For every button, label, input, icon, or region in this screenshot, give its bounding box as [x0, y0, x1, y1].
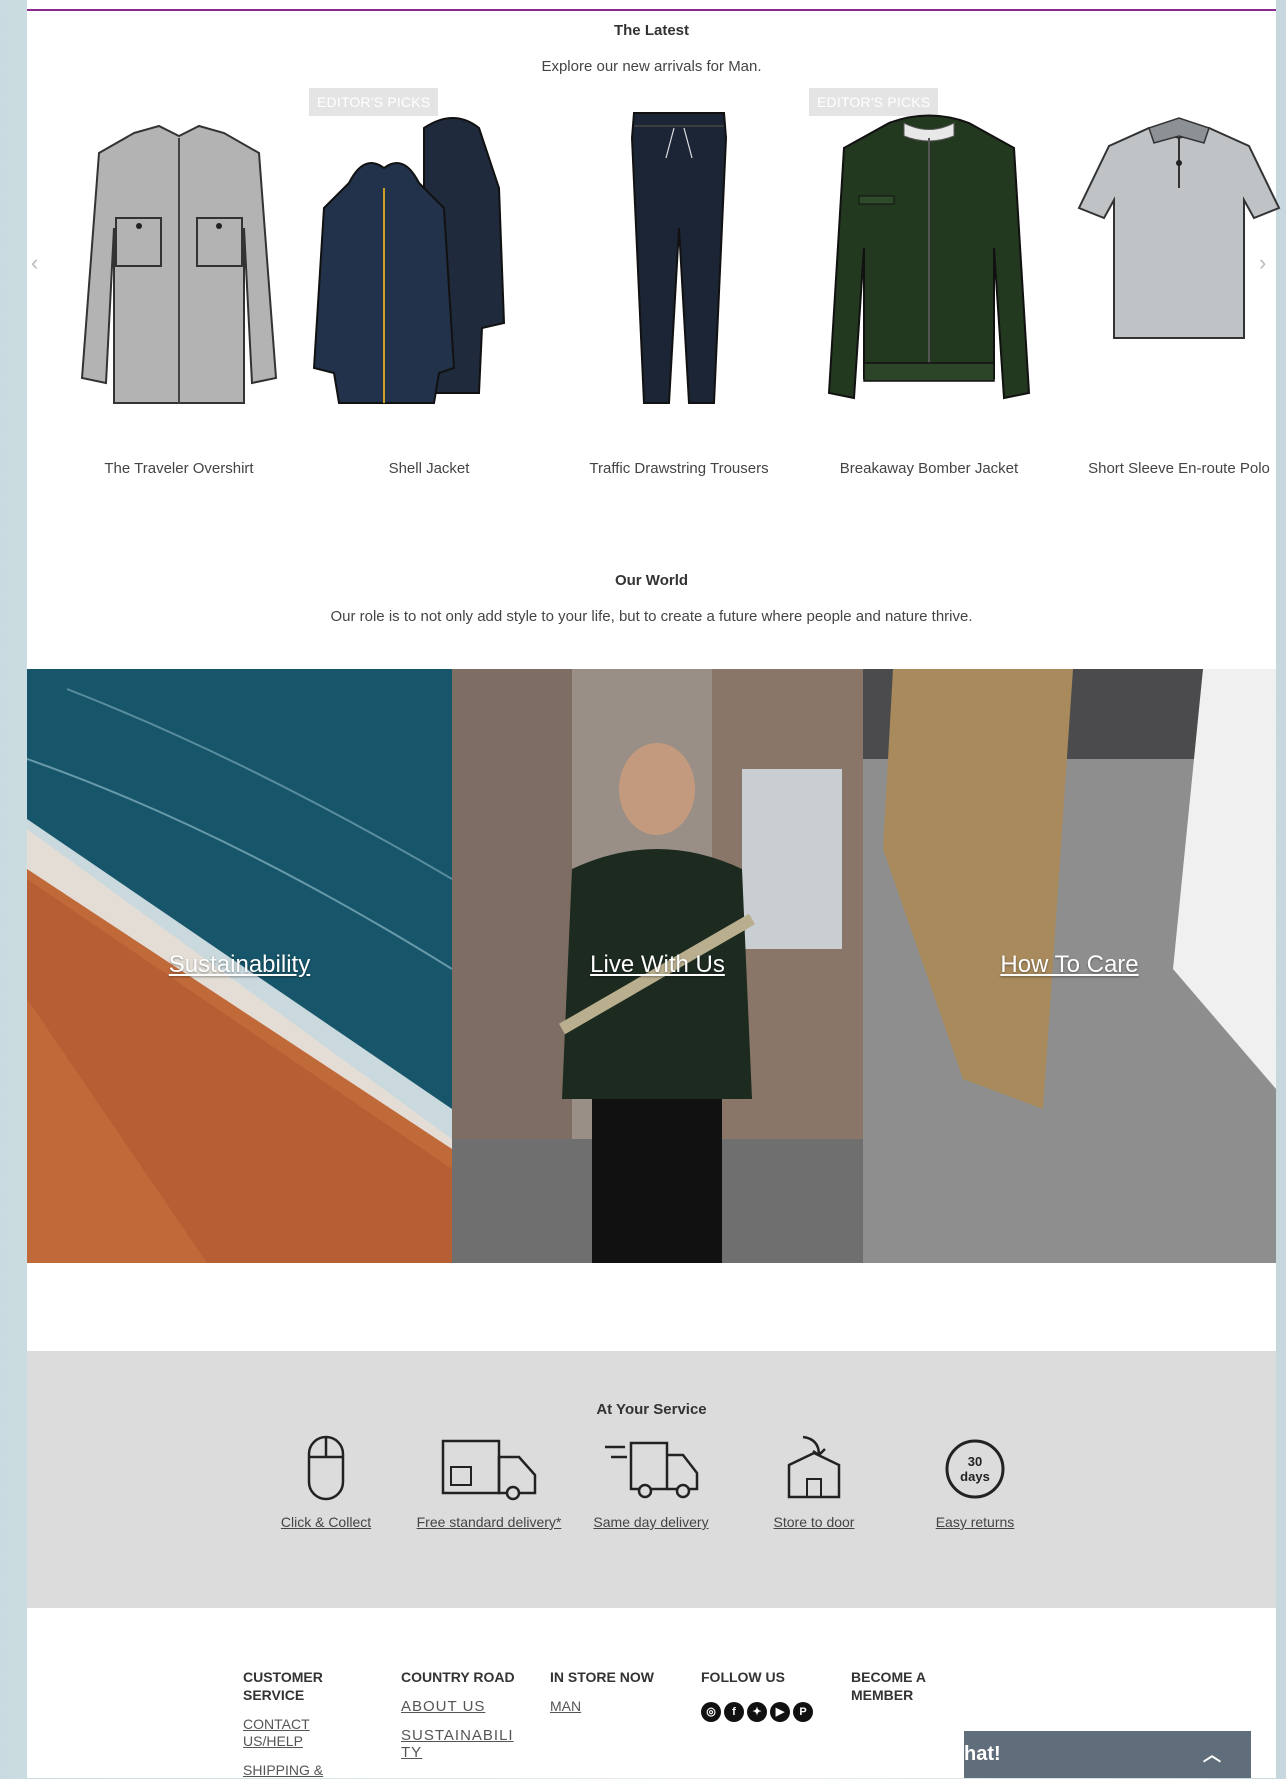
footer-follow-us: FOLLOW US ◎ f ✦ ▶ P — [701, 1668, 831, 1722]
footer-customer-service: CUSTOMER SERVICE CONTACT US/HELP SHIPPIN… — [243, 1668, 353, 1779]
youtube-icon[interactable]: ▶ — [770, 1702, 790, 1722]
same-day-link[interactable]: Same day delivery — [576, 1513, 726, 1531]
product-card[interactable]: EDITOR'S PICKS Breakaway Bomber Jacket — [804, 88, 1054, 488]
chat-label[interactable]: hat! — [964, 1743, 1001, 1766]
free-delivery-link[interactable]: Free standard delivery* — [414, 1513, 564, 1531]
how-to-care-link[interactable]: How To Care — [863, 951, 1276, 979]
sustainability-link[interactable]: Sustainability — [27, 951, 452, 979]
click-collect-item[interactable]: Click & Collect — [251, 1433, 401, 1531]
fast-truck-icon — [605, 1441, 699, 1499]
delivery-truck-icon — [441, 1439, 537, 1501]
world-subtitle: Our role is to not only add style to you… — [330, 608, 973, 625]
chevron-left-icon[interactable]: ‹ — [31, 250, 38, 276]
product-card[interactable]: EDITOR'S PICKS Shell Jacket — [304, 88, 554, 488]
world-tiles: Sustainability Live With Us How To Care — [27, 669, 1276, 1263]
footer-heading: IN STORE NOW — [550, 1669, 654, 1685]
chevron-up-icon[interactable]: ︿ — [1203, 1741, 1221, 1767]
product-card[interactable]: Short Sleeve En-route Polo — [1054, 88, 1286, 488]
store-box-icon — [787, 1435, 841, 1499]
about-us-link[interactable]: ABOUT US — [401, 1698, 521, 1715]
product-name[interactable]: Shell Jacket — [304, 460, 554, 477]
click-collect-link[interactable]: Click & Collect — [251, 1513, 401, 1531]
product-card[interactable]: The Traveler Overshirt — [54, 88, 304, 488]
mouse-icon — [307, 1435, 345, 1501]
sustainability-footer-link[interactable]: SUSTAINABILITY — [401, 1727, 521, 1761]
contact-help-link[interactable]: CONTACT US/HELP — [243, 1716, 353, 1750]
product-name[interactable]: Breakaway Bomber Jacket — [804, 460, 1054, 477]
footer-heading: COUNTRY ROAD — [401, 1669, 515, 1685]
returns-days-unit: days — [960, 1469, 990, 1484]
footer-heading[interactable]: BECOME A MEMBER — [851, 1668, 951, 1704]
how-to-care-tile[interactable]: How To Care — [863, 669, 1276, 1263]
product-name[interactable]: The Traveler Overshirt — [54, 460, 304, 477]
live-with-us-link[interactable]: Live With Us — [452, 951, 863, 979]
world-title: Our World — [614, 572, 689, 589]
page: The Latest Explore our new arrivals for … — [27, 0, 1281, 1779]
polo-image — [1077, 117, 1281, 339]
top-accent-rule — [27, 9, 1276, 11]
thirty-days-icon: 30 days — [945, 1439, 1005, 1499]
chat-widget[interactable]: hat! ︿ — [964, 1731, 1251, 1778]
bomber-jacket-image — [827, 114, 1031, 400]
footer-become-member: BECOME A MEMBER — [851, 1668, 951, 1704]
same-day-item[interactable]: Same day delivery — [576, 1433, 726, 1531]
service-title: At Your Service — [596, 1401, 707, 1418]
social-icons: ◎ f ✦ ▶ P — [701, 1702, 831, 1722]
service-band: At Your Service Click & Collect Free sta… — [27, 1351, 1276, 1608]
footer-in-store-now: IN STORE NOW MAN — [550, 1668, 670, 1715]
sustainability-tile[interactable]: Sustainability — [27, 669, 452, 1263]
shell-jacket-image — [312, 117, 506, 404]
latest-subtitle: Explore our new arrivals for Man. — [541, 58, 762, 75]
easy-returns-item[interactable]: 30 days Easy returns — [900, 1433, 1050, 1531]
product-card[interactable]: Traffic Drawstring Trousers — [554, 88, 804, 488]
easy-returns-link[interactable]: Easy returns — [900, 1513, 1050, 1531]
free-delivery-item[interactable]: Free standard delivery* — [414, 1433, 564, 1531]
overshirt-image — [80, 124, 278, 404]
trousers-image — [630, 112, 728, 404]
product-carousel: ‹ The Traveler Overshirt EDITOR'S PICKS … — [27, 88, 1281, 488]
shipping-link[interactable]: SHIPPING & — [243, 1762, 353, 1779]
footer-heading: FOLLOW US — [701, 1669, 785, 1685]
live-with-us-tile[interactable]: Live With Us — [452, 669, 863, 1263]
product-name[interactable]: Short Sleeve En-route Polo — [1054, 460, 1286, 477]
chevron-right-icon[interactable]: › — [1259, 250, 1266, 276]
latest-title: The Latest — [613, 22, 689, 39]
returns-days-number: 30 — [968, 1454, 982, 1469]
footer-heading: CUSTOMER SERVICE — [243, 1669, 323, 1703]
facebook-icon[interactable]: f — [724, 1702, 744, 1722]
product-name[interactable]: Traffic Drawstring Trousers — [554, 460, 804, 477]
store-to-door-link[interactable]: Store to door — [739, 1513, 889, 1531]
store-to-door-item[interactable]: Store to door — [739, 1433, 889, 1531]
footer-country-road: COUNTRY ROAD ABOUT US SUSTAINABILITY — [401, 1668, 521, 1761]
twitter-icon[interactable]: ✦ — [747, 1702, 767, 1722]
instagram-icon[interactable]: ◎ — [701, 1702, 721, 1722]
pinterest-icon[interactable]: P — [793, 1702, 813, 1722]
man-link[interactable]: MAN — [550, 1698, 670, 1715]
